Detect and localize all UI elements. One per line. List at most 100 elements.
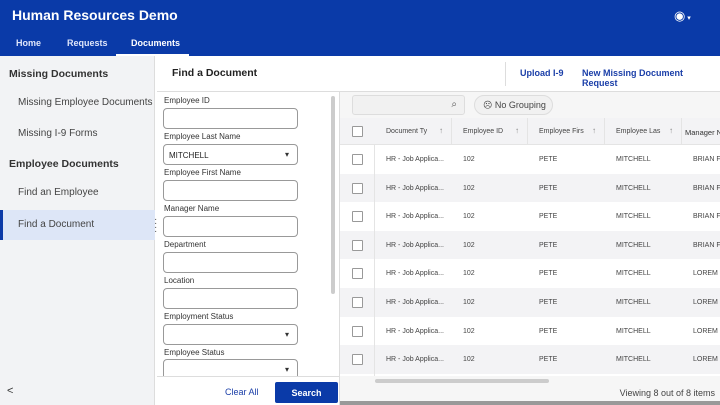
sort-arrow-icon: ↑ [592,126,596,135]
row-checkbox[interactable] [352,211,363,223]
employment-status-dropdown[interactable] [163,324,298,345]
cell-document-type: HR - Job Applica... [386,213,444,221]
cell-manager: LOREM IF [693,327,720,335]
cell-document-type: HR - Job Applica... [386,184,444,192]
cell-employee-id: 102 [463,270,475,278]
table-row[interactable]: HR - Job Applica... 102 PETE MITCHELL BRIAN … [340,173,720,203]
upload-i9-link[interactable]: Upload I-9 [520,68,564,78]
table-row[interactable]: HR - Job Applica... 102 PETE MITCHELL LOREM … [340,317,720,346]
cell-manager: BRIAN FL [693,213,720,221]
results-grid: ⌕ ☹ No Grouping Document Ty ↑ Employee ID… [340,92,720,405]
grouping-button[interactable]: ☹ No Grouping [474,95,553,115]
tab-documents[interactable]: Documents [131,38,180,48]
cell-manager: BRIAN FL [693,156,720,163]
grouping-label: No Grouping [494,100,546,110]
sidebar-item-missing-employee-documents[interactable]: Missing Employee Documents [0,88,155,118]
cell-document-type: HR - Job Applica... [386,356,444,364]
row-checkbox[interactable] [352,325,363,337]
employee-status-dropdown[interactable] [163,359,298,376]
item-count: Viewing 8 out of 8 items [619,388,715,398]
manager-name-input[interactable] [163,216,298,237]
cell-employee-id: 102 [463,241,475,249]
cell-last-name: MITCHELL [616,241,651,249]
cell-first-name: PETE [539,356,558,364]
location-label: Location [164,276,195,285]
cell-last-name: MITCHELL [616,299,651,306]
table-row[interactable]: HR - Job Applica... 102 PETE MITCHELL LOREM … [340,259,720,288]
employment-status-label: Employment Status [164,312,234,321]
cell-first-name: PETE [539,270,558,278]
new-missing-document-request-link[interactable]: New Missing Document Request [582,68,720,88]
sidebar-item-find-document[interactable]: Find a Document [0,210,155,240]
search-form: Employee ID Employee Last Name MITCHELL … [157,92,340,376]
chevron-down-icon: ▾ [685,15,691,22]
employee-first-name-input[interactable] [163,180,298,201]
cell-manager: BRIAN FL [693,184,720,192]
user-circle-icon: ◉ [674,8,686,23]
cell-last-name: MITCHELL [616,356,651,364]
column-header-manager-label: Manager N [685,128,720,137]
search-icon: ⌕ [451,99,457,110]
select-all-checkbox[interactable] [352,126,363,137]
divider [505,62,506,86]
tab-requests[interactable]: Requests [67,38,108,48]
page-scrollbar[interactable] [340,401,720,405]
table-row[interactable]: HR - Job Applica... 102 PETE MITCHELL BRIAN … [340,202,720,231]
column-header-employee-first[interactable]: Employee Firs ↑ [528,118,605,144]
tab-home[interactable]: Home [16,38,41,48]
column-header-document-type[interactable]: Document Ty ↑ [375,118,452,144]
cell-last-name: MITCHELL [616,327,651,335]
cell-first-name: PETE [539,213,558,221]
cell-employee-id: 102 [463,299,475,306]
cell-employee-id: 102 [463,156,475,163]
row-checkbox[interactable] [352,268,363,280]
row-checkbox[interactable] [352,154,363,165]
cell-employee-id: 102 [463,327,475,335]
cell-first-name: PETE [539,184,558,192]
sidebar-item-missing-i9-forms[interactable]: Missing I-9 Forms [0,119,155,149]
grid-search-input[interactable]: ⌕ [352,95,465,115]
no-grouping-icon: ☹ [483,100,493,110]
horizontal-scrollbar[interactable] [375,379,549,383]
clear-all-button[interactable]: Clear All [225,387,259,397]
table-row[interactable]: HR - Job Applica... 102 PETE MITCHELL BRIAN … [340,145,720,174]
collapse-sidebar-icon[interactable]: < [7,385,13,397]
employee-last-name-dropdown[interactable]: MITCHELL [163,144,298,165]
cell-manager: LOREM IF [693,356,720,364]
department-label: Department [164,240,206,249]
manager-name-label: Manager Name [164,204,220,213]
column-header-employee-last[interactable]: Employee Las ↑ [605,118,682,144]
search-button[interactable]: Search [275,382,338,403]
user-menu[interactable]: ◉ ▾ [674,8,691,24]
employee-id-input[interactable] [163,108,298,129]
cell-document-type: HR - Job Applica... [386,270,444,278]
cell-employee-id: 102 [463,356,475,364]
row-checkbox[interactable] [352,297,363,308]
cell-last-name: MITCHELL [616,184,651,192]
table-row[interactable]: HR - Job Applica... 102 PETE MITCHELL BRIAN … [340,230,720,260]
column-header-manager[interactable]: Manager N [682,118,720,144]
department-input[interactable] [163,252,298,273]
row-checkbox[interactable] [352,354,363,366]
cell-manager: BRIAN FL [693,241,720,249]
grid-header-row: Document Ty ↑ Employee ID ↑ Employee Firs ↑… [340,118,720,145]
cell-last-name: MITCHELL [616,213,651,221]
column-header-employee-id[interactable]: Employee ID ↑ [452,118,528,144]
sidebar-item-find-employee[interactable]: Find an Employee [0,178,155,208]
employee-first-name-label: Employee First Name [164,168,241,177]
location-input[interactable] [163,288,298,309]
cell-document-type: HR - Job Applica... [386,327,444,335]
table-row[interactable]: HR - Job Applica... 102 PETE MITCHELL LOREM … [340,345,720,374]
sort-arrow-icon: ↑ [515,126,519,135]
cell-document-type: HR - Job Applica... [386,299,444,306]
table-row[interactable]: HR - Job Applica... 102 PETE MITCHELL LOREM … [340,288,720,317]
row-checkbox[interactable] [352,239,363,251]
cell-first-name: PETE [539,299,558,306]
form-scrollbar[interactable] [331,96,335,294]
grid-toolbar: ⌕ ☹ No Grouping [340,92,720,118]
divider [374,145,375,380]
cell-last-name: MITCHELL [616,270,651,278]
cell-first-name: PETE [539,156,558,163]
row-checkbox[interactable] [352,182,363,194]
cell-manager: LOREM IF [693,270,720,278]
